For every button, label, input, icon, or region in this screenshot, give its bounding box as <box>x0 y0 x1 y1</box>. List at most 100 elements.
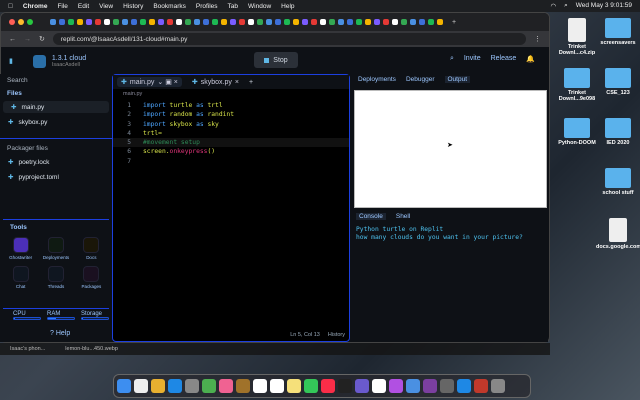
zoom-window-button[interactable] <box>27 19 33 25</box>
file-pyproject-toml[interactable]: ✚ pyproject.toml <box>0 171 112 183</box>
download-item[interactable]: Isaac's phon... <box>10 346 45 352</box>
dock-app-icon[interactable] <box>389 379 403 393</box>
files-header[interactable]: Files <box>0 90 112 97</box>
menu-file[interactable]: File <box>57 3 67 10</box>
help-button[interactable]: ? Help <box>50 330 70 337</box>
browser-tab[interactable] <box>275 19 281 25</box>
browser-tab[interactable] <box>167 19 173 25</box>
console-output[interactable]: Python turtle on Replit how many clouds d… <box>356 226 523 242</box>
browser-tab[interactable] <box>176 19 182 25</box>
tab-deployments[interactable]: Deployments <box>358 76 396 83</box>
tab-debugger[interactable]: Debugger <box>406 76 435 83</box>
menu-app[interactable]: Chrome <box>23 3 48 10</box>
file-poetry-lock[interactable]: ✚ poetry.lock <box>0 156 112 168</box>
browser-tab[interactable] <box>86 19 92 25</box>
browser-tab[interactable] <box>104 19 110 25</box>
browser-tab[interactable] <box>257 19 263 25</box>
tab-skybox-py[interactable]: ✚ skybox.py × <box>188 77 243 87</box>
browser-tab[interactable] <box>302 19 308 25</box>
download-item[interactable]: lemon-blu...450.webp <box>65 346 118 352</box>
dock-app-icon[interactable] <box>372 379 386 393</box>
tool-deployments[interactable]: Deployments <box>38 237 73 260</box>
dock-app-icon[interactable] <box>440 379 454 393</box>
dock-app-icon[interactable] <box>117 379 131 393</box>
desktop-icon[interactable]: Trinket Downl...c4.zip <box>555 18 599 56</box>
project-name[interactable]: 1.3.1 cloud <box>52 55 86 62</box>
minimize-window-button[interactable] <box>18 19 24 25</box>
desktop-icon[interactable]: screensavers <box>596 18 640 46</box>
browser-tab[interactable] <box>203 19 209 25</box>
browser-tab[interactable] <box>95 19 101 25</box>
dock-app-icon[interactable] <box>491 379 505 393</box>
turtle-output-canvas[interactable]: ➤ <box>354 90 547 208</box>
browser-tab[interactable] <box>338 19 344 25</box>
browser-tab[interactable] <box>410 19 416 25</box>
tab-main-py[interactable]: ✚ main.py ⌄ ▣ × <box>117 77 182 87</box>
dock-app-icon[interactable] <box>134 379 148 393</box>
search-button[interactable]: Search <box>0 77 112 84</box>
notifications-icon[interactable]: 🔔 <box>526 55 535 63</box>
extensions-icon[interactable]: ⋮ <box>534 35 541 43</box>
url-bar[interactable]: replit.com/@IsaacAsdell/131-cloud#main.p… <box>52 33 526 45</box>
sidebar-toggle-icon[interactable]: ▮ <box>9 57 13 65</box>
tab-console[interactable]: Console <box>356 213 386 220</box>
release-button[interactable]: Release <box>491 55 517 63</box>
dock-app-icon[interactable] <box>253 379 267 393</box>
dock-app-icon[interactable] <box>457 379 471 393</box>
tab-output[interactable]: Output <box>444 76 471 83</box>
browser-tab[interactable] <box>140 19 146 25</box>
dock-app-icon[interactable] <box>321 379 335 393</box>
browser-tab[interactable] <box>68 19 74 25</box>
browser-tab[interactable] <box>59 19 65 25</box>
desktop-icon[interactable]: Trinket Downl...9e098 <box>555 68 599 102</box>
close-window-button[interactable] <box>9 19 15 25</box>
desktop-icon[interactable]: CSE_123 <box>596 68 640 96</box>
browser-tab[interactable] <box>230 19 236 25</box>
menu-bookmarks[interactable]: Bookmarks <box>153 3 186 10</box>
invite-button[interactable]: Invite <box>464 55 481 63</box>
dock-app-icon[interactable] <box>236 379 250 393</box>
browser-tab[interactable] <box>248 19 254 25</box>
menu-history[interactable]: History <box>123 3 143 10</box>
tool-ghostwriter[interactable]: Ghostwriter <box>3 237 38 260</box>
search-icon[interactable]: ⌕ <box>564 2 568 10</box>
apple-icon[interactable]:  <box>8 3 13 10</box>
browser-tab[interactable] <box>158 19 164 25</box>
browser-tab[interactable] <box>437 19 443 25</box>
tools-header[interactable]: Tools <box>3 224 109 231</box>
browser-tab[interactable] <box>77 19 83 25</box>
browser-tab[interactable] <box>131 19 137 25</box>
menu-tab[interactable]: Tab <box>228 3 238 10</box>
dock-app-icon[interactable] <box>270 379 284 393</box>
browser-tab[interactable] <box>347 19 353 25</box>
browser-tab[interactable] <box>392 19 398 25</box>
menu-edit[interactable]: Edit <box>78 3 89 10</box>
browser-tab[interactable] <box>311 19 317 25</box>
dock-app-icon[interactable] <box>338 379 352 393</box>
reload-icon[interactable]: ↻ <box>39 35 45 43</box>
browser-tab[interactable] <box>239 19 245 25</box>
add-tab-icon[interactable]: + <box>249 79 253 86</box>
browser-tab[interactable] <box>194 19 200 25</box>
browser-tab[interactable] <box>185 19 191 25</box>
browser-tab[interactable] <box>113 19 119 25</box>
dock-app-icon[interactable] <box>423 379 437 393</box>
browser-tab[interactable] <box>122 19 128 25</box>
dock-app-icon[interactable] <box>287 379 301 393</box>
file-skybox-py[interactable]: ✚ skybox.py <box>0 116 112 128</box>
browser-tab[interactable] <box>320 19 326 25</box>
dock-app-icon[interactable] <box>151 379 165 393</box>
browser-tab[interactable] <box>365 19 371 25</box>
tool-chat[interactable]: Chat <box>3 266 38 289</box>
search-icon[interactable]: ⌕ <box>450 55 454 63</box>
browser-tab[interactable] <box>329 19 335 25</box>
browser-tab[interactable] <box>356 19 362 25</box>
clock[interactable]: Wed May 3 9:01:59 <box>576 2 632 10</box>
pinned-tabs[interactable] <box>50 19 443 25</box>
tool-docs[interactable]: Docs <box>74 237 109 260</box>
browser-tab[interactable] <box>50 19 56 25</box>
desktop-icon[interactable]: school stuff <box>596 168 640 196</box>
tool-packages[interactable]: Packages <box>74 266 109 289</box>
back-icon[interactable]: ← <box>9 36 16 43</box>
desktop-icon[interactable]: docs.google.com/ <box>596 218 640 250</box>
